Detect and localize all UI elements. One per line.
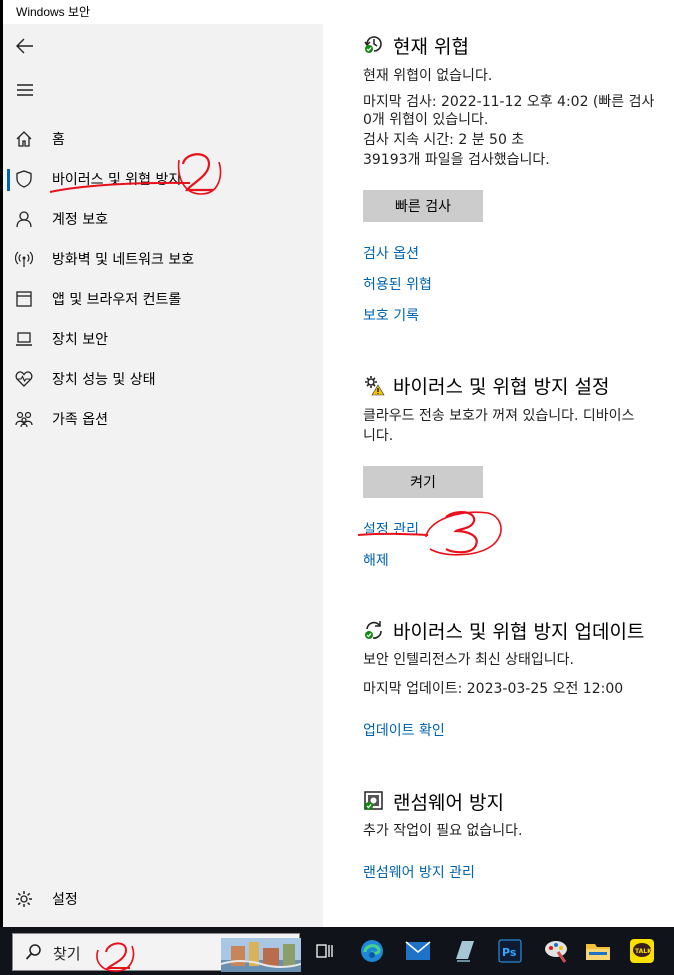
task-view-icon[interactable]: [310, 937, 338, 965]
back-button[interactable]: [11, 32, 39, 60]
sidebar-item-app-browser-control[interactable]: 앱 및 브라우저 컨트롤: [3, 279, 323, 319]
sidebar-item-label: 설정: [52, 892, 78, 908]
threat-status-text: 현재 위협이 없습니다.: [363, 68, 493, 84]
file-explorer-icon[interactable]: [584, 937, 612, 965]
taskbar: 찾기 Ps TALK: [0, 927, 674, 975]
search-placeholder: 찾기: [53, 945, 81, 963]
updates-title: 바이러스 및 위협 방지 업데이트: [393, 621, 645, 643]
sidebar-item-label: 계정 보호: [52, 212, 108, 228]
search-highlight-image: [221, 938, 301, 972]
hamburger-menu-icon: [17, 84, 33, 96]
title-bar: Windows 보안: [3, 0, 674, 24]
cloud-protection-text: 클라우드 전송 보호가 꺼져 있습니다. 디바이스: [363, 408, 635, 424]
last-scan-text: 마지막 검사: 2022-11-12 오후 4:02 (빠른 검사: [363, 94, 655, 110]
scan-duration-text: 검사 지속 시간: 2 분 50 초: [363, 132, 525, 148]
taskbar-search-box[interactable]: 찾기: [12, 933, 301, 972]
notes-icon[interactable]: [450, 937, 478, 965]
sidebar-item-family-options[interactable]: 가족 옵션: [3, 399, 323, 439]
menu-button[interactable]: [11, 76, 39, 104]
sidebar-item-label: 장치 보안: [52, 332, 108, 348]
mail-icon[interactable]: [404, 937, 432, 965]
edge-icon[interactable]: [358, 937, 386, 965]
protection-history-link[interactable]: 보호 기록: [363, 305, 419, 325]
sidebar-item-label: 가족 옵션: [52, 412, 108, 428]
last-update-text: 마지막 업데이트: 2023-03-25 오전 12:00: [363, 681, 624, 697]
windows-security-window: Windows 보안 홈 바이러스 및 위협 방지 계정 보호 방화벽 및 네트…: [3, 0, 674, 927]
scan-history-icon: [363, 33, 385, 55]
ransomware-icon: [363, 790, 385, 812]
quick-scan-button[interactable]: 빠른 검사: [363, 190, 483, 222]
laptop-icon: [14, 329, 34, 349]
wireless-icon: [14, 249, 34, 269]
photoshop-label: Ps: [502, 946, 517, 959]
turn-on-button[interactable]: 켜기: [363, 466, 483, 498]
ransomware-status-text: 추가 작업이 필요 없습니다.: [363, 823, 523, 839]
dismiss-link[interactable]: 해제: [363, 550, 389, 570]
sidebar-item-device-security[interactable]: 장치 보안: [3, 319, 323, 359]
main-content: 현재 위협 현재 위협이 없습니다. 마지막 검사: 2022-11-12 오후…: [323, 24, 674, 927]
sidebar-item-settings[interactable]: 설정: [3, 879, 323, 919]
settings-warning-icon: [363, 374, 385, 396]
sidebar-item-label: 장치 성능 및 상태: [52, 372, 156, 388]
sidebar-item-firewall[interactable]: 방화벽 및 네트워크 보호: [3, 239, 323, 279]
sidebar-item-device-health[interactable]: 장치 성능 및 상태: [3, 359, 323, 399]
heart-icon: [14, 369, 34, 389]
sidebar-item-label: 앱 및 브라우저 컨트롤: [52, 292, 182, 308]
active-indicator: [7, 169, 10, 191]
sidebar: 홈 바이러스 및 위협 방지 계정 보호 방화벽 및 네트워크 보호 앱 및 브…: [3, 24, 323, 927]
allowed-threats-link[interactable]: 허용된 위협: [363, 274, 432, 294]
sidebar-item-label: 바이러스 및 위협 방지: [52, 172, 182, 188]
sidebar-item-label: 방화벽 및 네트워크 보호: [52, 252, 195, 268]
search-icon: [25, 943, 43, 965]
cloud-protection-text-cont: 니다.: [363, 428, 394, 444]
check-updates-link[interactable]: 업데이트 확인: [363, 720, 445, 740]
photoshop-icon[interactable]: Ps: [496, 937, 524, 965]
window-title: Windows 보안: [16, 5, 91, 19]
files-scanned-text: 39193개 파일을 검사했습니다.: [363, 152, 550, 168]
back-arrow-icon: [16, 38, 33, 54]
gear-icon: [14, 889, 34, 909]
family-icon: [14, 409, 34, 429]
ransomware-title: 랜섬웨어 방지: [393, 792, 504, 814]
sidebar-item-home[interactable]: 홈: [3, 119, 323, 159]
last-scan-text-cont: 0개 위협이 있습니다.: [363, 112, 489, 128]
shield-icon: [14, 169, 34, 189]
manage-settings-link[interactable]: 설정 관리: [363, 519, 419, 539]
scan-options-link[interactable]: 검사 옵션: [363, 243, 419, 263]
update-sync-icon: [363, 619, 385, 641]
protection-settings-title: 바이러스 및 위협 방지 설정: [393, 376, 610, 398]
current-threats-title: 현재 위협: [393, 36, 469, 58]
person-icon: [14, 209, 34, 229]
sidebar-item-account-protection[interactable]: 계정 보호: [3, 199, 323, 239]
home-icon: [14, 129, 34, 149]
kakaotalk-icon[interactable]: TALK: [628, 937, 656, 965]
update-status-text: 보안 인텔리전스가 최신 상태입니다.: [363, 652, 574, 668]
paint-icon[interactable]: [542, 937, 570, 965]
kakaotalk-label: TALK: [635, 948, 652, 955]
annotation-number-2-search: [96, 942, 135, 972]
sidebar-item-label: 홈: [52, 132, 65, 148]
ransomware-manage-link[interactable]: 랜섬웨어 방지 관리: [363, 862, 475, 882]
app-window-icon: [14, 289, 34, 309]
sidebar-item-virus-protection[interactable]: 바이러스 및 위협 방지: [3, 159, 323, 199]
